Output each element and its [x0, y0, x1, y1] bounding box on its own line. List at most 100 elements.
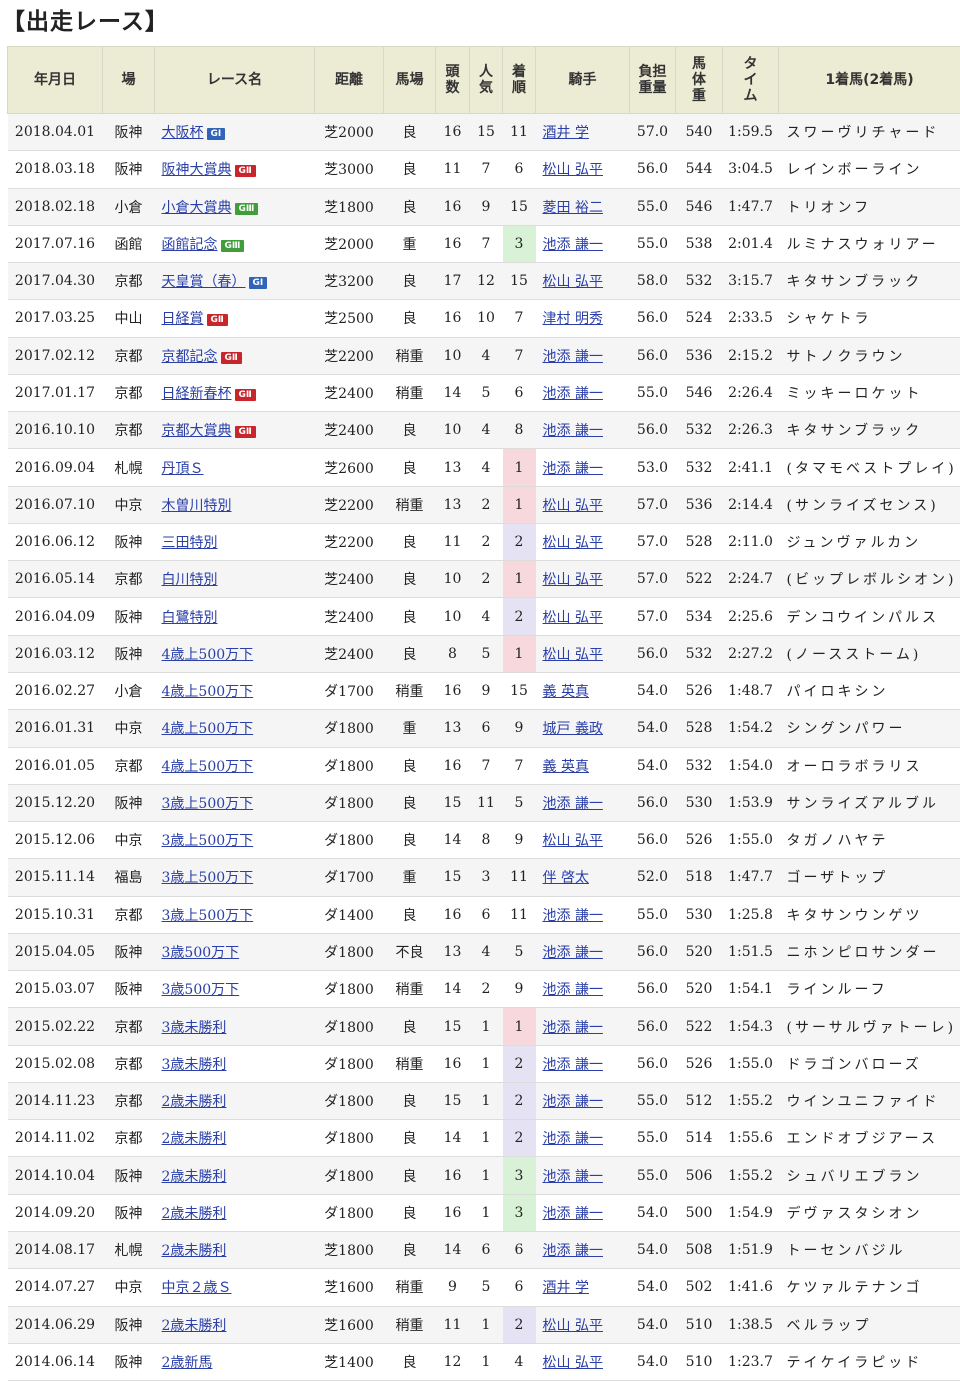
race-link[interactable]: 京都大賞典 [162, 423, 232, 439]
race-link[interactable]: 白川特別 [162, 572, 218, 588]
jockey-link[interactable]: 松山 弘平 [543, 274, 603, 290]
cell-time: 2:27.2 [723, 635, 779, 672]
jockey-link[interactable]: 城戸 義政 [543, 721, 603, 737]
cell-rank: 2 [503, 1306, 536, 1343]
jockey-link[interactable]: 池添 謙一 [543, 1169, 603, 1185]
cell-distance: 芝1400 [315, 1343, 384, 1380]
jockey-link[interactable]: 義 英真 [543, 684, 589, 700]
cell-horse-weight: 510 [676, 1343, 723, 1380]
jockey-link[interactable]: 義 英真 [543, 759, 589, 775]
jockey-link[interactable]: 酒井 学 [543, 125, 589, 141]
cell-time: 1:54.1 [723, 971, 779, 1008]
cell-venue: 京都 [103, 337, 155, 374]
jockey-link[interactable]: 池添 謙一 [543, 796, 603, 812]
race-link[interactable]: 京都記念 [162, 349, 218, 365]
jockey-link[interactable]: 松山 弘平 [543, 535, 603, 551]
jockey-link[interactable]: 松山 弘平 [543, 162, 603, 178]
cell-date: 2016.02.27 [8, 672, 103, 709]
jockey-link[interactable]: 池添 謙一 [543, 945, 603, 961]
jockey-link[interactable]: 池添 謙一 [543, 908, 603, 924]
race-link[interactable]: 大阪杯 [162, 125, 204, 141]
table-header-row: 年月日 場 レース名 距離 馬場 頭数 人気 着順 騎手 負担重量 馬体重 タイ… [8, 47, 960, 114]
jockey-link[interactable]: 池添 謙一 [543, 349, 603, 365]
jockey-link[interactable]: 松山 弘平 [543, 498, 603, 514]
cell-winner: ケツァルテナンゴ [779, 1269, 960, 1306]
race-link[interactable]: 3歳上500万下 [162, 908, 254, 924]
jockey-link[interactable]: 池添 謙一 [543, 1057, 603, 1073]
race-link[interactable]: 4歳上500万下 [162, 684, 254, 700]
race-link[interactable]: 丹頂Ｓ [162, 461, 204, 477]
race-link[interactable]: 2歳未勝利 [162, 1094, 227, 1110]
cell-winner: ニホンピロサンダー [779, 933, 960, 970]
cell-rank: 1 [503, 561, 536, 598]
race-link[interactable]: 日経新春杯 [162, 386, 232, 402]
cell-distance: ダ1800 [315, 784, 384, 821]
cell-heads: 10 [436, 561, 470, 598]
cell-jockey: 池添 謙一 [536, 1157, 630, 1194]
race-link[interactable]: 中京２歳Ｓ [162, 1280, 232, 1296]
jockey-link[interactable]: 池添 謙一 [543, 982, 603, 998]
jockey-link[interactable]: 池添 謙一 [543, 1206, 603, 1222]
race-link[interactable]: 木曽川特別 [162, 498, 232, 514]
jockey-link[interactable]: 菱田 裕二 [543, 200, 603, 216]
cell-winner: シャケトラ [779, 300, 960, 337]
jockey-link[interactable]: 池添 謙一 [543, 237, 603, 253]
jockey-link[interactable]: 池添 謙一 [543, 423, 603, 439]
cell-horse-weight: 526 [676, 1045, 723, 1082]
jockey-link[interactable]: 池添 謙一 [543, 1131, 603, 1147]
race-link[interactable]: 3歳上500万下 [162, 796, 254, 812]
race-link[interactable]: 3歳上500万下 [162, 870, 254, 886]
jockey-link[interactable]: 松山 弘平 [543, 610, 603, 626]
jockey-link[interactable]: 池添 謙一 [543, 1020, 603, 1036]
header-rank-line: 着 [512, 64, 526, 80]
cell-track: 良 [384, 1343, 436, 1380]
jockey-link[interactable]: 松山 弘平 [543, 1318, 603, 1334]
race-link[interactable]: 天皇賞（春） [162, 274, 246, 290]
race-link[interactable]: 小倉大賞典 [162, 200, 232, 216]
jockey-link[interactable]: 池添 謙一 [543, 1243, 603, 1259]
race-link[interactable]: 白鷺特別 [162, 610, 218, 626]
race-link[interactable]: 2歳未勝利 [162, 1318, 227, 1334]
race-link[interactable]: 阪神大賞典 [162, 162, 232, 178]
grade-badge: GⅡ [235, 389, 256, 401]
race-link[interactable]: 3歳500万下 [162, 945, 240, 961]
cell-winner: シュバリエブラン [779, 1157, 960, 1194]
race-link[interactable]: 2歳未勝利 [162, 1206, 227, 1222]
race-link[interactable]: 三田特別 [162, 535, 218, 551]
race-link[interactable]: 3歳500万下 [162, 982, 240, 998]
race-link[interactable]: 日経賞 [162, 311, 204, 327]
jockey-link[interactable]: 松山 弘平 [543, 833, 603, 849]
race-link[interactable]: 2歳未勝利 [162, 1169, 227, 1185]
race-link[interactable]: 4歳上500万下 [162, 647, 254, 663]
cell-horse-weight: 522 [676, 561, 723, 598]
grade-badge: GⅢ [221, 240, 245, 252]
cell-weight: 53.0 [630, 449, 676, 486]
jockey-link[interactable]: 池添 謙一 [543, 461, 603, 477]
race-link[interactable]: 4歳上500万下 [162, 759, 254, 775]
cell-time: 1:55.0 [723, 822, 779, 859]
race-link[interactable]: 4歳上500万下 [162, 721, 254, 737]
race-link[interactable]: 3歳未勝利 [162, 1057, 227, 1073]
race-link[interactable]: 2歳未勝利 [162, 1131, 227, 1147]
jockey-link[interactable]: 松山 弘平 [543, 1355, 603, 1371]
race-link[interactable]: 函館記念 [162, 237, 218, 253]
jockey-link[interactable]: 津村 明秀 [543, 311, 603, 327]
cell-race: 中京２歳Ｓ [155, 1269, 315, 1306]
jockey-link[interactable]: 酒井 学 [543, 1280, 589, 1296]
jockey-link[interactable]: 松山 弘平 [543, 572, 603, 588]
cell-date: 2014.11.02 [8, 1120, 103, 1157]
jockey-link[interactable]: 松山 弘平 [543, 647, 603, 663]
cell-track: 良 [384, 747, 436, 784]
race-link[interactable]: 2歳未勝利 [162, 1243, 227, 1259]
jockey-link[interactable]: 池添 謙一 [543, 1094, 603, 1110]
race-link[interactable]: 2歳新馬 [162, 1355, 213, 1371]
race-link[interactable]: 3歳上500万下 [162, 833, 254, 849]
cell-date: 2015.10.31 [8, 896, 103, 933]
header-distance: 距離 [315, 47, 384, 114]
header-hw-line: 馬 [692, 56, 706, 72]
jockey-link[interactable]: 池添 謙一 [543, 386, 603, 402]
cell-time: 2:41.1 [723, 449, 779, 486]
race-link[interactable]: 3歳未勝利 [162, 1020, 227, 1036]
jockey-link[interactable]: 伴 啓太 [543, 870, 589, 886]
cell-time: 1:55.2 [723, 1082, 779, 1119]
